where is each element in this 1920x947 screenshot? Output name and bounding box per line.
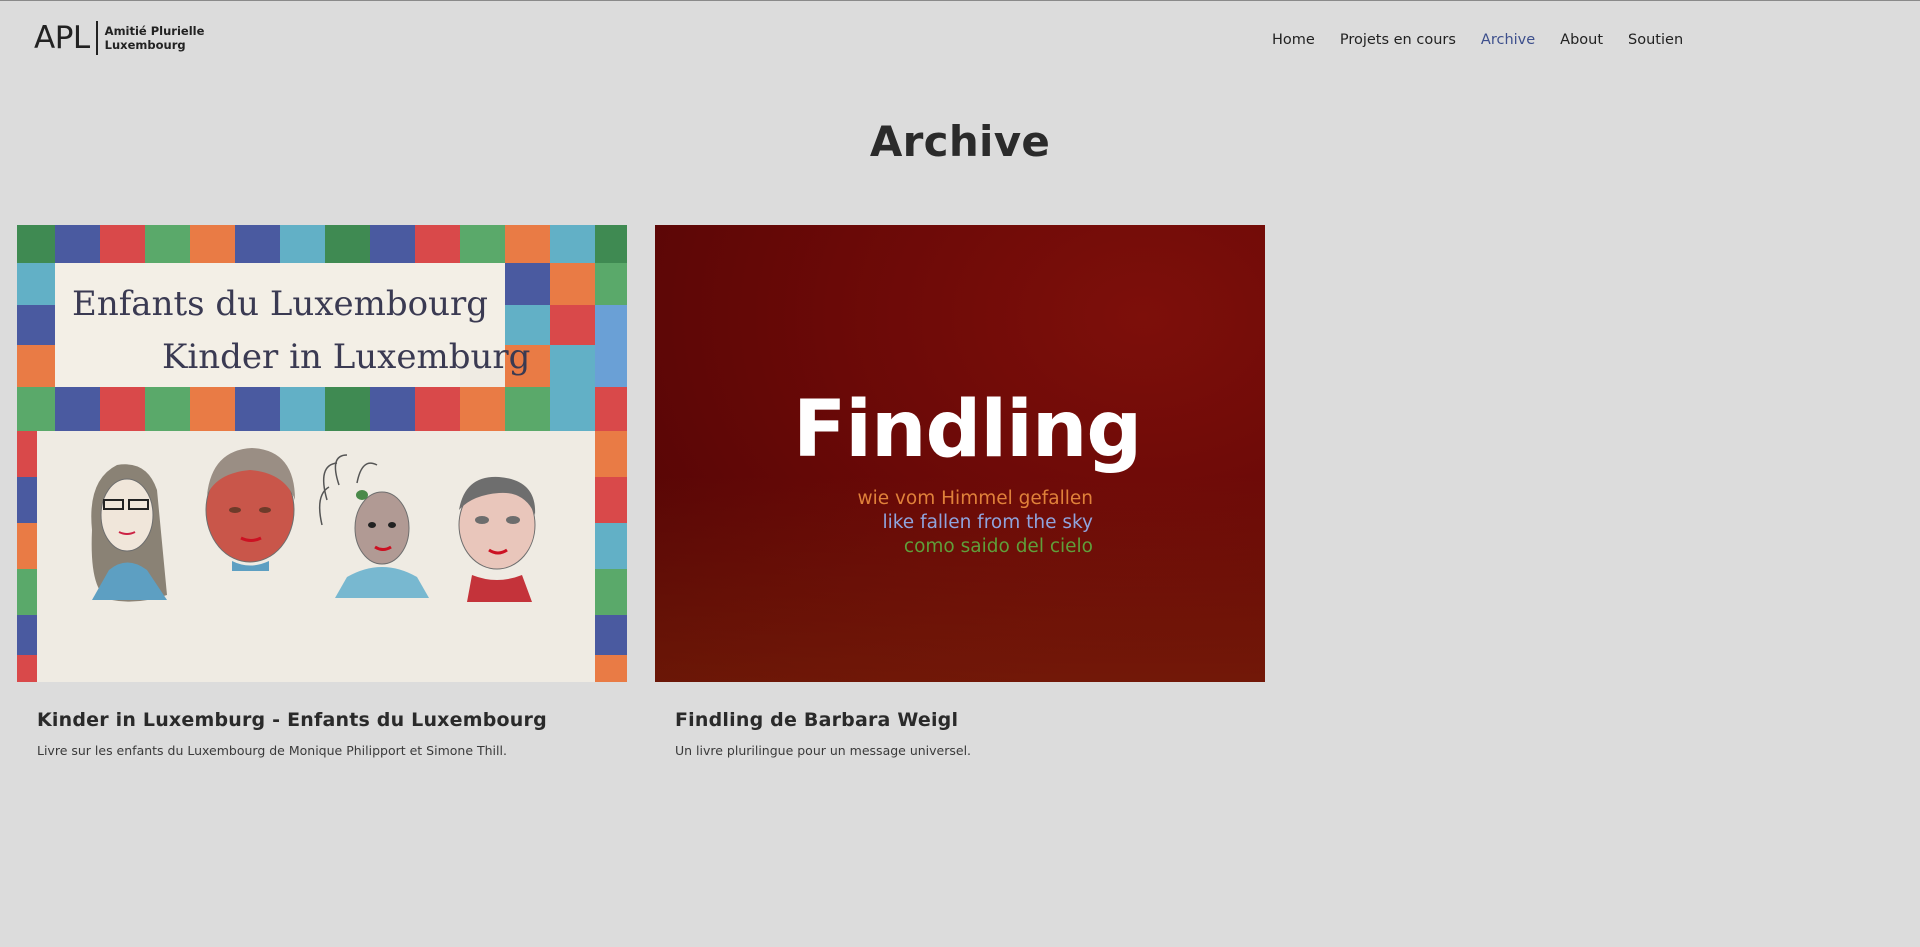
card-image-kinder-in-luxemburg[interactable]: Enfants du Luxembourg Kinder in Luxembur… bbox=[17, 225, 627, 682]
nav-item-about[interactable]: About bbox=[1560, 30, 1603, 50]
site-logo[interactable]: APL Amitié Plurielle Luxembourg bbox=[34, 20, 204, 56]
nav-item-soutien[interactable]: Soutien bbox=[1628, 30, 1683, 50]
book-cover-illustration: Enfants du Luxembourg Kinder in Luxembur… bbox=[17, 225, 627, 682]
archive-card: Findling wie vom Himmel gefallen like fa… bbox=[655, 225, 1265, 760]
findling-headline: Findling bbox=[793, 385, 1142, 475]
card-description: Livre sur les enfants du Luxembourg de M… bbox=[37, 743, 507, 758]
site-header: APL Amitié Plurielle Luxembourg Home Pro… bbox=[0, 0, 1920, 80]
main-nav: Home Projets en cours Archive About Sout… bbox=[1272, 30, 1708, 50]
logo-text: Amitié Plurielle Luxembourg bbox=[105, 24, 205, 52]
cover-title-line-2: Kinder in Luxemburg bbox=[162, 337, 530, 377]
nav-item-projets-en-cours[interactable]: Projets en cours bbox=[1340, 30, 1456, 50]
card-title[interactable]: Kinder in Luxemburg - Enfants du Luxembo… bbox=[37, 708, 627, 732]
cover-title-line-1: Enfants du Luxembourg bbox=[72, 284, 488, 324]
findling-tagline-spanish: como saido del cielo bbox=[903, 536, 1093, 557]
findling-tagline-english: like fallen from the sky bbox=[882, 512, 1093, 533]
card-image-findling[interactable]: Findling wie vom Himmel gefallen like fa… bbox=[655, 225, 1265, 682]
logo-line-1: Amitié Plurielle bbox=[104, 24, 205, 38]
logo-divider bbox=[95, 21, 98, 55]
findling-tagline-german: wie vom Himmel gefallen bbox=[857, 488, 1093, 509]
card-title[interactable]: Findling de Barbara Weigl bbox=[675, 708, 1265, 732]
logo-line-2: Luxembourg bbox=[104, 38, 186, 52]
card-description: Un livre plurilingue pour un message uni… bbox=[675, 743, 972, 758]
nav-item-archive[interactable]: Archive bbox=[1481, 30, 1535, 50]
archive-card: Enfants du Luxembourg Kinder in Luxembur… bbox=[17, 225, 627, 760]
page-title: Archive bbox=[869, 117, 1051, 166]
logo-mark: APL bbox=[34, 19, 90, 56]
nav-item-home[interactable]: Home bbox=[1272, 30, 1315, 50]
